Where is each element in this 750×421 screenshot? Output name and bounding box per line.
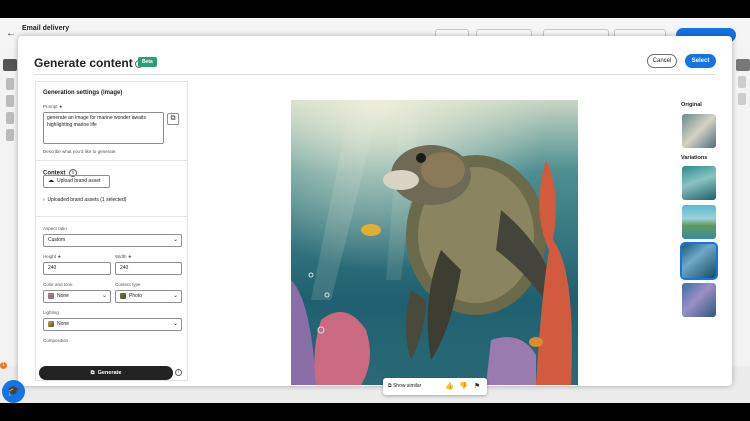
variation-thumbnail-selected[interactable] [680, 242, 718, 280]
thumbs-up-icon[interactable]: 👍 [445, 378, 454, 395]
dialog-title: Generate contenti [34, 56, 143, 70]
info-icon[interactable]: i [175, 369, 182, 376]
aspect-ratio-select[interactable]: Custom ⌄ [43, 234, 182, 247]
grid-icon[interactable] [6, 129, 14, 141]
show-similar-button[interactable]: ⧉ Show similar [388, 378, 421, 395]
color-tone-label: Color and tone [43, 282, 73, 287]
menu-icon[interactable] [738, 93, 746, 105]
cancel-button[interactable]: Cancel [647, 54, 677, 68]
flag-icon[interactable]: ⚑ [474, 378, 480, 395]
lighting-label: Lighting [43, 310, 59, 315]
upload-icon: ☁ [48, 178, 54, 184]
chevron-down-icon: ⌄ [172, 237, 178, 243]
beta-badge: Beta [138, 57, 157, 67]
content-type-label: Content type [115, 282, 141, 287]
color-tone-select[interactable]: None ⌄ [43, 290, 111, 303]
photo-icon [120, 292, 126, 299]
upload-brand-asset-button[interactable]: ☁ Upload brand asset [43, 175, 110, 188]
variation-thumbnail[interactable] [682, 166, 716, 200]
prompt-help-text: Describe what you'd like to generate. [43, 149, 117, 154]
select-button[interactable]: Select [685, 54, 716, 68]
variation-thumbnail[interactable] [682, 283, 716, 317]
chevron-right-icon: › [43, 197, 45, 203]
settings-heading: Generation settings (image) [43, 90, 123, 96]
generate-content-dialog: Generate contenti Beta Cancel Select Gen… [18, 36, 732, 395]
aspect-ratio-label: Aspect ratio [43, 226, 67, 231]
variation-thumbnail[interactable] [682, 205, 716, 239]
original-thumbnail[interactable] [682, 114, 716, 148]
arrow-left-icon[interactable]: ← [6, 28, 16, 39]
prompt-options-icon[interactable]: ⧉ [167, 113, 179, 125]
color-swatch-icon [48, 292, 54, 299]
height-input[interactable]: 240 [43, 262, 111, 275]
chevron-down-icon: ⌄ [101, 293, 107, 299]
uploaded-assets-toggle[interactable]: › Uploaded brand assets (1 selected) [43, 197, 126, 203]
generate-icon: ⧉ [90, 370, 95, 376]
height-label: Height ★ [43, 254, 62, 259]
graduation-cap-icon: 🎓 [7, 386, 20, 397]
sea-turtle-image [291, 100, 578, 385]
link-icon[interactable] [6, 112, 14, 124]
background-title: Email delivery [22, 25, 70, 32]
prompt-textarea[interactable]: generate an image for marine wonder awai… [43, 112, 164, 144]
variations-label: Variations [681, 155, 708, 161]
image-toolbar: ⧉ Show similar 👍 👎 ⚑ [383, 378, 487, 395]
thumbs-down-icon[interactable]: 👎 [459, 378, 468, 395]
prompt-section: Generation settings (image) Prompt ★ gen… [36, 82, 187, 161]
dialog-title-text: Generate content [34, 56, 133, 70]
plus-icon[interactable] [3, 59, 17, 71]
chevron-down-icon: ⌄ [172, 321, 178, 327]
image-icon[interactable] [738, 76, 746, 88]
chevron-down-icon: ⌄ [172, 293, 178, 299]
generated-image[interactable] [291, 100, 578, 385]
context-section: Context i [36, 161, 187, 217]
help-fab-button[interactable]: 🎓 [2, 380, 25, 403]
layers-icon[interactable] [6, 95, 14, 107]
app-window: ← Email delivery Generate contenti Beta … [0, 18, 750, 403]
width-label: Width ★ [115, 254, 132, 259]
width-input[interactable]: 240 [115, 262, 182, 275]
generate-button[interactable]: ⧉ Generate [39, 366, 173, 380]
prompt-label: Prompt ★ [43, 104, 63, 109]
lighting-icon [48, 320, 54, 327]
generation-settings-panel: Generation settings (image) Prompt ★ gen… [35, 81, 188, 381]
original-label: Original [681, 102, 702, 108]
close-icon[interactable] [736, 59, 750, 71]
lighting-select[interactable]: None ⌄ [43, 318, 182, 331]
rail-icon[interactable] [6, 78, 14, 90]
composition-label: Composition [43, 338, 69, 343]
notification-badge: 1 [0, 362, 7, 369]
header-divider [34, 74, 716, 75]
content-type-select[interactable]: Photo ⌄ [115, 290, 182, 303]
